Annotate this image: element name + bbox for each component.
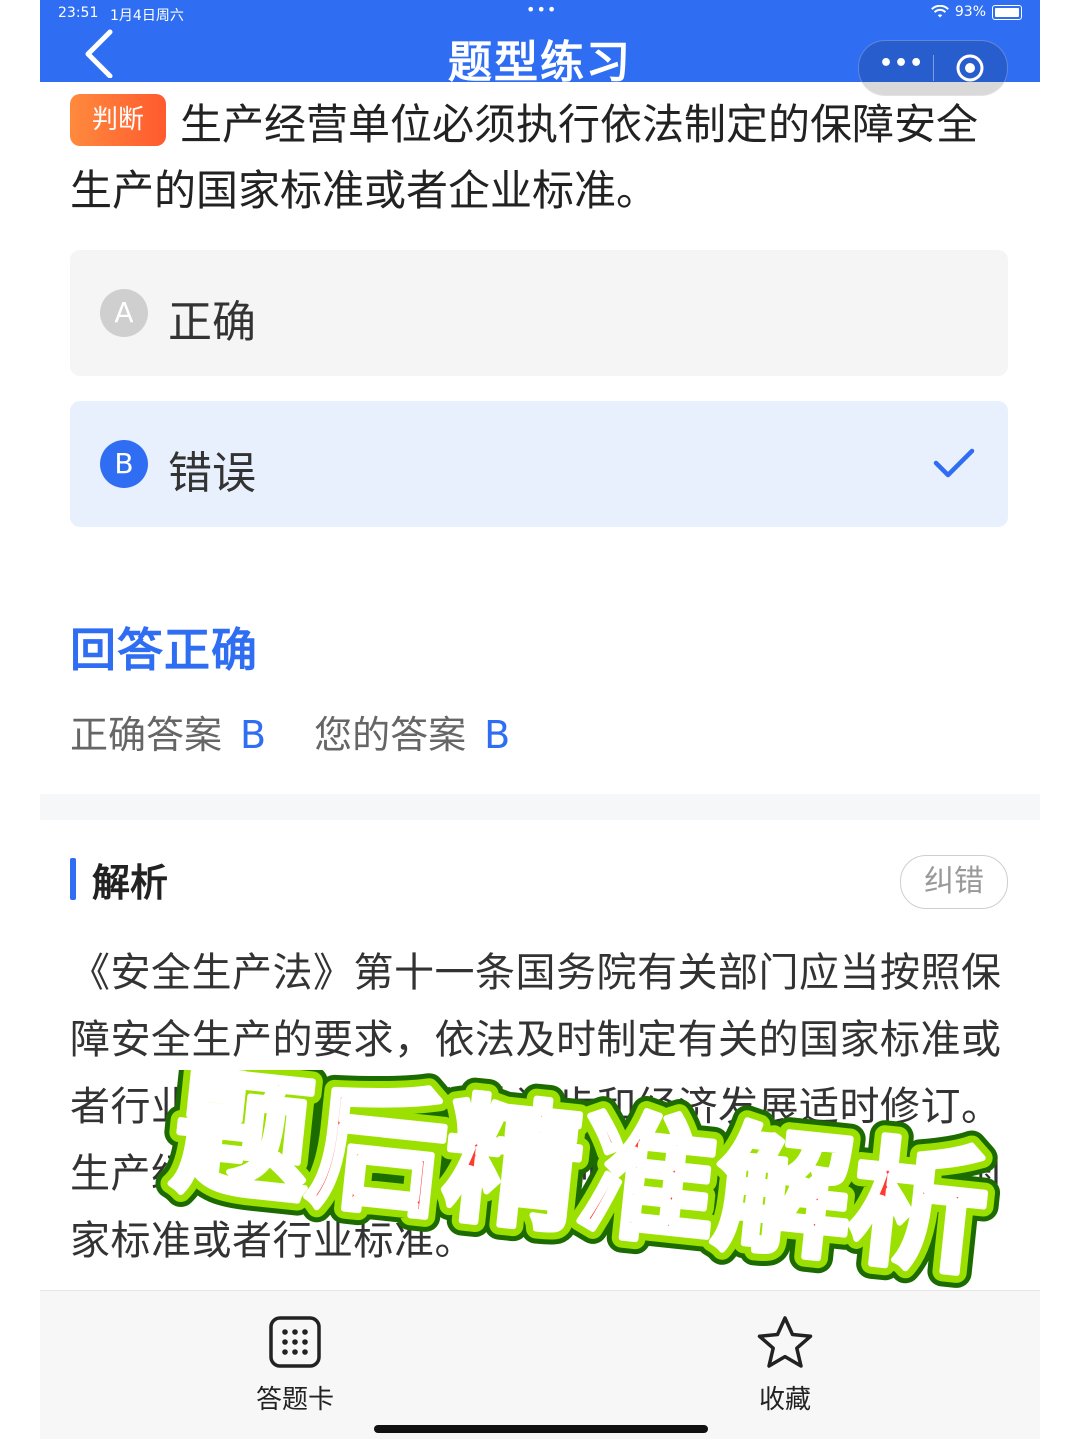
status-dots-icon: •••	[526, 0, 558, 19]
correct-answer-label: 正确答案	[70, 713, 223, 757]
wifi-icon	[930, 5, 949, 18]
promo-overlay-text: 题后精准解析 题后精准解析 题后精准解析	[152, 1070, 1010, 1290]
analysis-title: 解析	[92, 861, 169, 905]
option-letter: B	[100, 440, 148, 488]
app-frame: 23:51 1月4日周六 ••• 93% 题型练习 ••• 生产经营单位必须执行…	[40, 0, 1040, 1439]
bottom-toolbar: 答题卡 收藏	[40, 1290, 1040, 1439]
section-divider	[40, 794, 1040, 820]
question-type-tag: 判断	[70, 94, 166, 146]
check-icon	[933, 448, 975, 478]
header-bar: 23:51 1月4日周六 ••• 93% 题型练习 •••	[40, 0, 1040, 96]
status-date: 1月4日周六	[110, 8, 184, 24]
more-dots-icon[interactable]: •••	[879, 51, 924, 76]
section-accent-bar	[70, 858, 76, 900]
option-label: 正确	[168, 297, 256, 348]
capsule-divider	[933, 55, 934, 81]
battery-percent: 93%	[954, 4, 986, 20]
result-title: 回答正确	[70, 623, 258, 677]
status-time: 23:51	[58, 5, 99, 21]
your-answer-label: 您的答案	[314, 713, 467, 757]
report-error-button[interactable]: 纠错	[900, 855, 1008, 909]
target-icon[interactable]	[955, 53, 985, 83]
battery-icon	[992, 4, 1022, 20]
answer-card-button[interactable]: 答题卡	[225, 1315, 365, 1416]
option-b[interactable]: B 错误	[70, 401, 1008, 527]
answer-card-label: 答题卡	[255, 1385, 334, 1415]
your-answer-value: B	[484, 713, 511, 757]
grid-icon	[269, 1316, 321, 1368]
home-indicator	[374, 1425, 708, 1433]
option-label: 错误	[168, 448, 256, 499]
miniapp-capsule: •••	[858, 40, 1008, 96]
favorite-button[interactable]: 收藏	[715, 1315, 855, 1416]
question-text: 生产经营单位必须执行依法制定的保障安全生产的国家标准或者企业标准。	[70, 100, 979, 215]
answer-line: 正确答案 B 您的答案 B	[70, 704, 510, 759]
correct-answer-value: B	[240, 713, 267, 757]
option-a[interactable]: A 正确	[70, 250, 1008, 376]
favorite-label: 收藏	[758, 1385, 811, 1415]
status-right: 93%	[930, 4, 1022, 20]
star-icon	[757, 1316, 813, 1368]
option-letter: A	[100, 289, 148, 337]
overlay-fill: 题后精准解析	[167, 1070, 995, 1290]
